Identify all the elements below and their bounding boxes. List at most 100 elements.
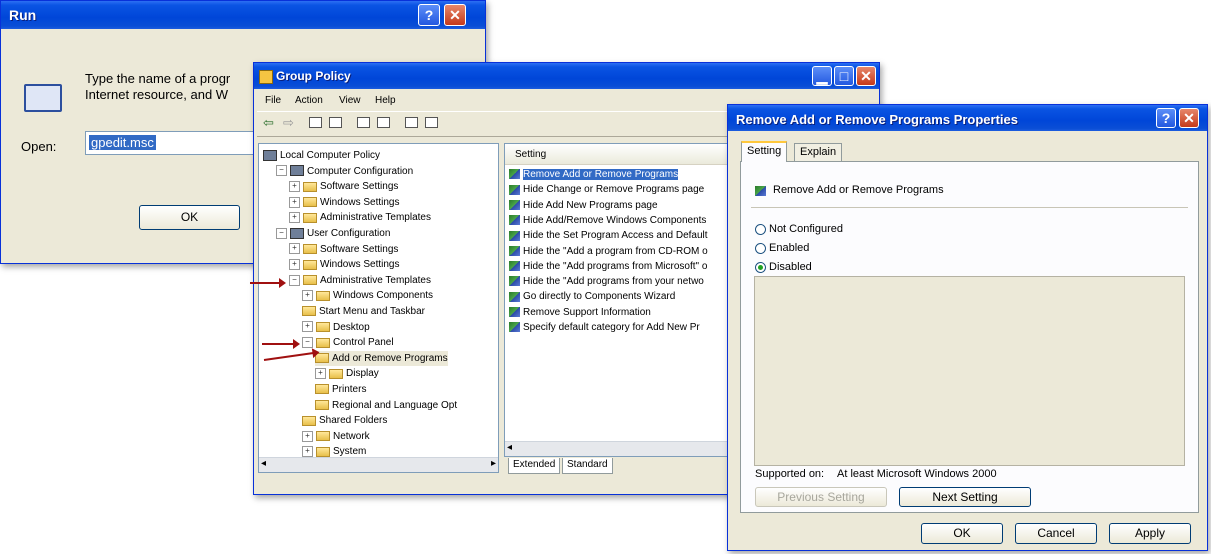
expand-icon[interactable]: +: [315, 368, 326, 380]
tree-item[interactable]: + Windows Components: [302, 288, 433, 303]
setting-label: Specify default category for Add New Pr: [523, 322, 700, 333]
setting-row[interactable]: Hide Add New Programs page: [509, 199, 658, 213]
tree-scrollbar[interactable]: ◂ ▸: [259, 457, 498, 472]
expand-icon[interactable]: +: [289, 259, 300, 271]
tree-item[interactable]: + Software Settings: [289, 179, 398, 194]
cancel-button[interactable]: Cancel: [1015, 523, 1097, 544]
ok-button[interactable]: OK: [921, 523, 1003, 544]
tree-item-label: User Configuration: [307, 228, 391, 239]
setting-row[interactable]: Hide the "Add a program from CD-ROM o: [509, 245, 708, 259]
column-header-setting[interactable]: Setting: [515, 149, 546, 160]
setting-label: Hide Change or Remove Programs page: [523, 184, 705, 196]
folder-icon: [303, 259, 317, 270]
expand-icon[interactable]: +: [302, 430, 313, 442]
menu-action[interactable]: Action: [295, 95, 323, 106]
tab-explain[interactable]: Explain: [794, 143, 843, 162]
tab-setting[interactable]: Setting: [741, 141, 788, 162]
show-tree-icon[interactable]: [329, 117, 342, 128]
policy-tree[interactable]: ◂ ▸ Local Computer Policy − Computer Confi…: [258, 143, 499, 473]
setting-row[interactable]: Remove Support Information: [509, 306, 651, 320]
expand-icon[interactable]: +: [289, 181, 300, 193]
tab-standard[interactable]: Standard: [562, 458, 613, 474]
tree-item[interactable]: + Desktop: [302, 320, 370, 335]
policy-setting-icon: [509, 276, 520, 287]
setting-row[interactable]: Go directly to Components Wizard: [509, 290, 675, 304]
setting-row[interactable]: Hide Change or Remove Programs page: [509, 183, 704, 197]
up-folder-icon[interactable]: [309, 117, 322, 128]
scroll-right-icon[interactable]: ▸: [491, 458, 496, 469]
help-icon[interactable]: [405, 117, 418, 128]
radio-enabled[interactable]: Enabled: [755, 242, 809, 254]
tree-item-label: Windows Settings: [320, 196, 400, 208]
properties-title-bar[interactable]: Remove Add or Remove Programs Properties…: [728, 105, 1207, 131]
expand-icon[interactable]: +: [289, 243, 300, 255]
tree-item[interactable]: − Computer Configuration: [276, 164, 413, 179]
tree-item[interactable]: + Windows Settings: [289, 195, 399, 210]
ok-button[interactable]: OK: [139, 205, 240, 230]
apply-button[interactable]: Apply: [1109, 523, 1191, 544]
previous-setting-button[interactable]: Previous Setting: [755, 487, 887, 507]
expand-icon[interactable]: +: [302, 446, 313, 458]
expand-icon[interactable]: +: [302, 290, 313, 302]
collapse-icon[interactable]: −: [302, 337, 313, 349]
radio-label: Not Configured: [769, 223, 843, 235]
setting-row[interactable]: Specify default category for Add New Pr: [509, 321, 700, 335]
setting-row[interactable]: Hide Add/Remove Windows Components: [509, 214, 706, 228]
menu-file[interactable]: File: [265, 95, 281, 106]
export-icon[interactable]: [377, 117, 390, 128]
policy-icon: [290, 165, 304, 177]
tree-item[interactable]: Add or Remove Programs: [315, 350, 448, 366]
close-icon[interactable]: ✕: [856, 66, 876, 86]
radio-disabled[interactable]: Disabled: [755, 261, 812, 273]
scroll-left-icon[interactable]: ◂: [507, 442, 512, 453]
tab-extended[interactable]: Extended: [508, 458, 561, 474]
menu-help[interactable]: Help: [375, 95, 396, 106]
tree-item[interactable]: Start Menu and Taskbar: [302, 304, 425, 319]
folder-icon: [316, 321, 330, 332]
minimize-icon[interactable]: ▁: [812, 66, 832, 86]
tree-item[interactable]: + Network: [302, 429, 370, 444]
scroll-left-icon[interactable]: ◂: [261, 458, 266, 469]
setting-row[interactable]: Hide the Set Program Access and Default: [509, 229, 708, 243]
tree-item[interactable]: + System: [302, 444, 366, 459]
expand-icon[interactable]: +: [289, 196, 300, 208]
menu-view[interactable]: View: [339, 95, 361, 106]
tree-item[interactable]: + Administrative Templates: [289, 210, 431, 225]
back-icon[interactable]: ⇦: [263, 115, 274, 131]
tree-item[interactable]: Local Computer Policy: [263, 148, 380, 163]
tree-item[interactable]: Regional and Language Opt: [315, 398, 457, 413]
setting-row[interactable]: Hide the "Add programs from Microsoft" o: [509, 260, 707, 274]
tree-item[interactable]: Shared Folders: [302, 413, 387, 428]
policy-setting-icon: [509, 307, 520, 318]
help-icon[interactable]: ?: [1156, 108, 1176, 128]
help-icon[interactable]: ?: [418, 4, 440, 26]
tree-item[interactable]: + Windows Settings: [289, 257, 399, 272]
console-icon[interactable]: [425, 117, 438, 128]
collapse-icon[interactable]: −: [276, 165, 287, 177]
expand-icon[interactable]: +: [302, 321, 313, 333]
tree-item-label: System: [333, 446, 367, 458]
properties-icon[interactable]: [357, 117, 370, 128]
run-title-bar[interactable]: Run ? ✕: [1, 1, 485, 29]
tree-item[interactable]: − User Configuration: [276, 226, 390, 241]
policy-setting-icon: [509, 169, 520, 180]
radio-not-configured[interactable]: Not Configured: [755, 223, 843, 235]
setting-row[interactable]: Hide the "Add programs from your netwo: [509, 275, 704, 289]
expand-icon[interactable]: +: [289, 212, 300, 224]
forward-icon[interactable]: ⇨: [283, 115, 294, 131]
next-setting-button[interactable]: Next Setting: [899, 487, 1031, 507]
setting-row[interactable]: Remove Add or Remove Programs: [509, 168, 679, 182]
open-input-value: gpedit.msc: [89, 135, 156, 150]
tree-item[interactable]: + Display: [315, 366, 379, 381]
tree-item[interactable]: + Software Settings: [289, 242, 398, 257]
gp-title-bar[interactable]: Group Policy ▁ □ ✕: [254, 63, 879, 89]
collapse-icon[interactable]: −: [289, 274, 300, 286]
close-icon[interactable]: ✕: [1179, 108, 1199, 128]
tree-item-label: Display: [346, 368, 379, 380]
tree-item[interactable]: − Administrative Templates: [289, 273, 431, 288]
collapse-icon[interactable]: −: [276, 227, 287, 239]
maximize-icon[interactable]: □: [834, 66, 854, 86]
tree-item[interactable]: Printers: [315, 382, 366, 397]
close-icon[interactable]: ✕: [444, 4, 466, 26]
open-input[interactable]: gpedit.msc: [85, 131, 255, 155]
